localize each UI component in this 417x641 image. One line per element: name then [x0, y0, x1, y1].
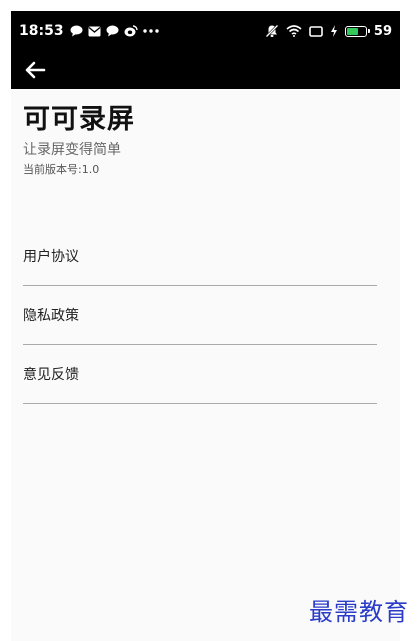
weibo-icon — [124, 25, 138, 37]
menu-item-label: 意见反馈 — [23, 367, 79, 383]
wifi-icon — [286, 25, 302, 37]
settings-menu: 用户协议 隐私政策 意见反馈 — [23, 227, 377, 404]
battery-icon — [344, 25, 370, 37]
screen-icon — [309, 25, 323, 37]
app-title: 可可录屏 — [23, 104, 135, 135]
app-subtitle: 让录屏变得简单 — [23, 142, 121, 158]
about-content: 可可录屏 让录屏变得简单 当前版本号:1.0 用户协议 隐私政策 意见反馈 — [11, 103, 400, 404]
battery-percentage: 59 — [373, 23, 392, 39]
chat-bubble-icon — [106, 25, 119, 37]
charging-icon — [330, 25, 337, 37]
menu-item-feedback[interactable]: 意见反馈 — [23, 345, 377, 404]
menu-item-privacy-policy[interactable]: 隐私政策 — [23, 286, 377, 345]
status-bar: 18:53 59 — [11, 11, 400, 51]
status-time: 18:53 — [19, 23, 64, 39]
mail-icon — [88, 26, 101, 36]
notification-icons — [70, 25, 159, 37]
battery-level — [346, 27, 358, 35]
top-toolbar — [11, 51, 400, 89]
watermark: 最需教育 — [309, 598, 409, 626]
back-button[interactable] — [23, 58, 47, 82]
more-dots-icon — [142, 29, 159, 33]
arrow-left-icon — [25, 61, 46, 79]
menu-item-label: 用户协议 — [23, 249, 79, 265]
menu-item-user-agreement[interactable]: 用户协议 — [23, 227, 377, 286]
mute-bell-icon — [265, 24, 279, 38]
menu-item-label: 隐私政策 — [23, 308, 79, 324]
system-status-icons: 59 — [265, 24, 392, 39]
phone-screen: 18:53 59 可可录屏 让录屏变得简单 当前版本号:1.0 用户协议 隐私政… — [11, 11, 400, 641]
app-version: 当前版本号:1.0 — [23, 163, 100, 176]
chat-bubble-icon — [70, 25, 83, 37]
